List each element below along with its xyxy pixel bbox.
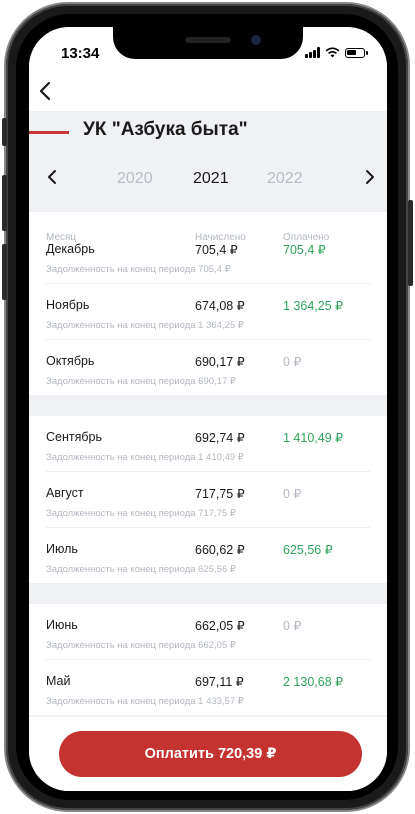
row-paid: 1 364,25 ₽ [283,299,344,313]
cellular-signal-icon [305,47,320,58]
row-month: Июль [46,542,78,556]
speaker [185,37,231,43]
status-time: 13:34 [61,45,100,62]
volume-up-button [2,175,7,231]
title-accent-line [29,131,69,134]
next-year-chevron-icon[interactable] [359,165,379,189]
table-row[interactable]: Ноябрь 674,08 ₽ 1 364,25 ₽ Задолженность… [46,284,370,340]
row-month: Декабрь [46,242,95,256]
pay-button[interactable]: Оплатить 720,39 ₽ [59,731,362,777]
back-arrow-icon[interactable] [35,77,57,105]
row-debt: Задолженность на конец периода 705,4 ₽ [46,264,231,275]
row-debt: Задолженность на конец периода 625,56 ₽ [46,564,236,575]
quarter-card-q2: Июнь 662,05 ₽ 0 ₽ Задолженность на конец… [29,604,387,715]
status-icons [305,47,368,58]
wifi-icon [325,47,340,58]
section-spacer [29,583,387,604]
row-charged: 692,74 ₽ [195,431,245,445]
table-row[interactable]: Декабрь 705,4 ₽ 705,4 ₽ Задолженность на… [46,238,370,284]
nav-bar [29,71,387,111]
table-row[interactable]: Август 717,75 ₽ 0 ₽ Задолженность на кон… [46,472,370,528]
row-paid: 0 ₽ [283,487,302,501]
year-option-prev[interactable]: 2020 [117,170,153,188]
row-debt: Задолженность на конец периода 1 410,49 … [46,452,244,463]
row-charged: 674,08 ₽ [195,299,245,313]
row-paid: 625,56 ₽ [283,543,333,557]
front-camera [251,35,261,45]
page-title: УК "Азбука быта" [83,119,248,140]
row-month: Май [46,674,71,688]
row-debt: Задолженность на конец периода 662,05 ₽ [46,640,236,651]
row-charged: 660,62 ₽ [195,543,245,557]
payments-list: Месяц Начислено Оплачено Декабрь 705,4 ₽… [29,212,387,715]
table-row[interactable]: Июль 660,62 ₽ 625,56 ₽ Задолженность на … [46,528,370,583]
notch [113,27,303,59]
year-option-next[interactable]: 2022 [267,170,303,188]
volume-down-button [2,244,7,300]
row-month: Ноябрь [46,298,90,312]
power-button [408,200,413,286]
row-paid: 0 ₽ [283,619,302,633]
table-row[interactable]: Октябрь 690,17 ₽ 0 ₽ Задолженность на ко… [46,340,370,395]
row-debt: Задолженность на конец периода 1 364,25 … [46,320,244,331]
row-charged: 717,75 ₽ [195,487,245,501]
row-paid: 1 410,49 ₽ [283,431,344,445]
pay-bar: Оплатить 720,39 ₽ [29,717,387,791]
row-charged: 697,11 ₽ [195,675,244,689]
quarter-card-q3: Сентябрь 692,74 ₽ 1 410,49 ₽ Задолженнос… [29,416,387,583]
section-spacer [29,395,387,416]
year-option-current[interactable]: 2021 [193,170,229,188]
year-selector: 2020 2021 2022 [29,170,387,192]
row-debt: Задолженность на конец периода 1 433,57 … [46,696,244,707]
row-month: Октябрь [46,354,95,368]
row-charged: 705,4 ₽ [195,243,238,257]
row-paid: 2 130,68 ₽ [283,675,344,689]
app-screen: 13:34 УК "Азбука быта" 2020 2021 2022 Ме… [29,27,387,791]
column-headers: Месяц Начислено Оплачено [46,212,370,243]
row-charged: 690,17 ₽ [195,355,245,369]
table-row[interactable]: Июнь 662,05 ₽ 0 ₽ Задолженность на конец… [46,604,370,660]
row-month: Август [46,486,84,500]
row-month: Сентябрь [46,430,102,444]
row-charged: 662,05 ₽ [195,619,245,633]
battery-icon [345,48,368,58]
silent-switch [2,118,7,146]
row-debt: Задолженность на конец периода 690,17 ₽ [46,376,236,387]
row-month: Июнь [46,618,78,632]
row-paid: 0 ₽ [283,355,302,369]
row-debt: Задолженность на конец периода 717,75 ₽ [46,508,236,519]
table-row[interactable]: Сентябрь 692,74 ₽ 1 410,49 ₽ Задолженнос… [46,416,370,472]
table-row[interactable]: Май 697,11 ₽ 2 130,68 ₽ Задолженность на… [46,660,370,715]
quarter-card-q4: Месяц Начислено Оплачено Декабрь 705,4 ₽… [29,212,387,395]
row-paid: 705,4 ₽ [283,243,326,257]
